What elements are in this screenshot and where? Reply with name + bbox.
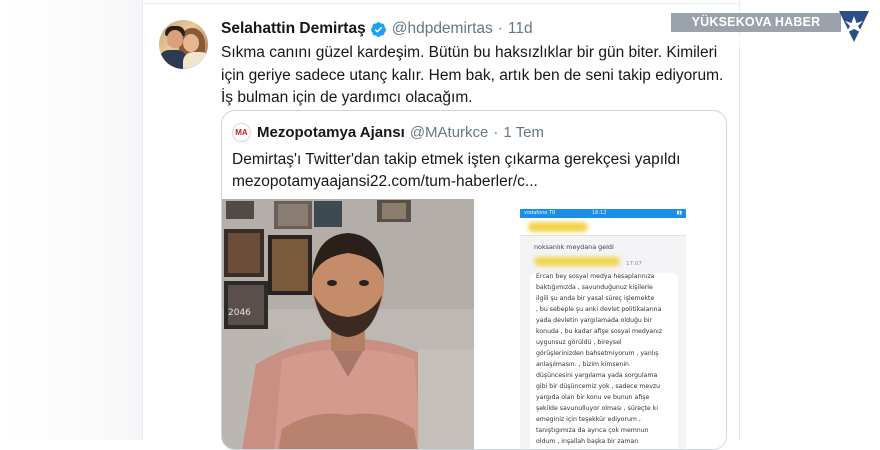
quoted-tweet[interactable]: MA Mezopotamya Ajansı @MAturkce · 1 Tem … (221, 110, 727, 450)
author-handle[interactable]: @hdpdemirtas (392, 20, 493, 38)
tweet-card[interactable]: Selahattin Demirtaş @hdpdemirtas · 11d S… (142, 0, 740, 450)
tweet-text: Sıkma canını güzel kardeşim. Bütün bu ha… (221, 44, 724, 106)
poster-number: 2046 (228, 308, 251, 318)
watermark-label: YÜKSEKOVA HABER PORTALI (671, 13, 841, 48)
phone-screenshot: vodafone TR 16:12 ▮▮ noksanlık meydana g… (520, 209, 686, 449)
message-line: ilgili şu anda bir yasal süreç işlemekte (536, 295, 655, 302)
message-line: anlaşılmasın. , bizim kimsenin (536, 361, 629, 368)
author-name[interactable]: Selahattin Demirtaş (221, 20, 366, 38)
redacted-name (534, 257, 620, 266)
verified-badge-icon (370, 21, 386, 37)
chat-message-bubble: Ercan bey sosyal medya hesaplarınıza bak… (530, 273, 678, 449)
phone-status-bar: vodafone TR 16:12 ▮▮ (520, 209, 686, 218)
quoted-tweet-link[interactable]: mezopotamyaajansi22.com/tum-haberler/c..… (232, 171, 720, 193)
man-portrait-image: 2046 (222, 199, 474, 449)
quoted-tweet-time[interactable]: 1 Tem (503, 124, 544, 141)
message-line: tanıştıgımıza da ayrıca çok memnun (536, 427, 649, 434)
message-line: emeginiz için teşekkür ediyorum , (536, 416, 641, 423)
media-phone-screenshot[interactable]: vodafone TR 16:12 ▮▮ noksanlık meydana g… (476, 199, 726, 449)
background-gutter (0, 0, 142, 440)
message-line: düşüncesini yargılama yada sorgulama (536, 372, 658, 379)
tweet-time[interactable]: 11d (508, 20, 533, 38)
message-timestamp: 17:07 (626, 261, 642, 267)
quoted-tweet-text: Demirtaş'ı Twitter'dan takip etmek işten… (232, 149, 720, 193)
message-line: yada devletin yargılamada olduğu bir (536, 317, 653, 324)
quoted-header-separator: · (493, 124, 499, 141)
quoted-author-name[interactable]: Mezopotamya Ajansı (257, 124, 405, 141)
message-line: gibi bir düşüncemiz yok , sadece mevzu (536, 383, 661, 390)
chat-header (520, 218, 686, 236)
message-line: , bu sebeple şu anki devlet politikaları… (536, 306, 662, 313)
message-line: uygunsuz görüldü , bireysel (536, 339, 622, 346)
chat-previous-line: noksanlık meydana geldi (534, 243, 614, 251)
battery-icon: ▮▮ (676, 210, 682, 216)
quoted-tweet-title: Demirtaş'ı Twitter'dan takip etmek işten… (232, 151, 681, 168)
author-avatar[interactable] (159, 20, 208, 69)
status-carrier: vodafone TR (524, 210, 556, 216)
redacted-contact (528, 222, 588, 232)
quoted-author-avatar[interactable]: MA (232, 123, 251, 142)
message-line: baktığımızda , savunduğunuz kişilerle (536, 284, 653, 291)
message-line: görüşlerinizden bahsetmiyorum , yanlış (536, 350, 659, 357)
status-clock: 16:12 (592, 210, 607, 216)
media-photo-man[interactable]: 2046 (222, 199, 474, 449)
message-line: oldum , inşallah başka bir zaman (536, 438, 639, 445)
quoted-author-handle[interactable]: @MAturkce (410, 124, 489, 141)
message-line: şekilde savunulluyor olması , süreçte ki (536, 405, 658, 412)
quoted-tweet-header: MA Mezopotamya Ajansı @MAturkce · 1 Tem (232, 123, 544, 142)
message-line: konuda , bu kadar afişe sosyal medyanız (536, 328, 663, 335)
watermark-logo-icon (839, 11, 869, 42)
header-separator: · (497, 20, 503, 37)
message-line: Ercan bey sosyal medya hesaplarınıza (536, 273, 655, 280)
tweet-header: Selahattin Demirtaş @hdpdemirtas · 11d (221, 20, 533, 38)
message-line: yargıda olan bir konu ve bunun afişe (536, 394, 650, 401)
